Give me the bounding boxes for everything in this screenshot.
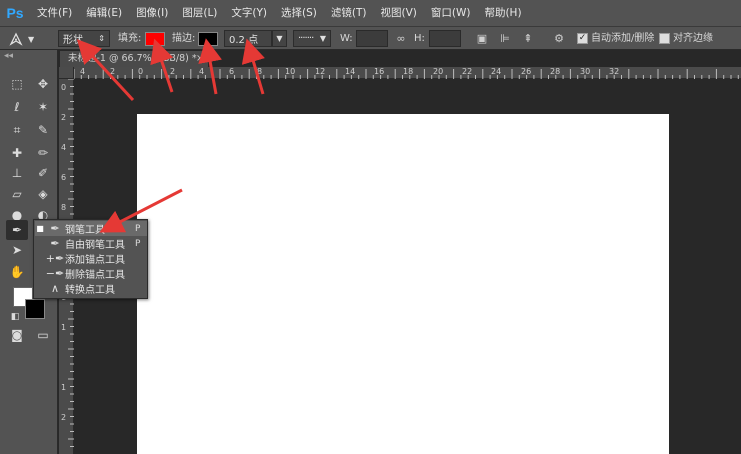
- default-colors-icon[interactable]: ◧: [4, 307, 26, 327]
- pen-tool-flyout: ■ ✒ 钢笔工具 P ✒ 自由钢笔工具 P +✒ 添加锚点工具 −✒ 删除锚点工…: [33, 219, 148, 299]
- flyout-delete-anchor-tool[interactable]: −✒ 删除锚点工具: [35, 266, 147, 281]
- chevron-down-icon: ▼: [28, 34, 35, 44]
- stroke-label: 描边:: [172, 33, 196, 44]
- menu-layer[interactable]: 图层(L): [175, 0, 224, 26]
- crop-tool-icon[interactable]: ⌗: [6, 120, 28, 140]
- eyedropper-icon[interactable]: ✎: [32, 120, 54, 140]
- updown-arrow-icon: ⇕: [98, 34, 105, 43]
- menu-view[interactable]: 视图(V): [373, 0, 423, 26]
- path-arrangement-icon[interactable]: ⇞: [520, 30, 536, 47]
- hand-tool-icon[interactable]: ✋: [6, 262, 28, 282]
- menu-file[interactable]: 文件(F): [30, 0, 79, 26]
- stroke-color-swatch[interactable]: [198, 32, 218, 46]
- menu-select[interactable]: 选择(S): [274, 0, 324, 26]
- flyout-item-label: 钢笔工具: [65, 225, 105, 236]
- stroke-type-select[interactable]: ······· ▼: [293, 30, 331, 47]
- link-icon[interactable]: ∞: [393, 30, 409, 47]
- add-anchor-icon: +✒: [45, 252, 65, 265]
- lasso-tool-icon[interactable]: ℓ: [6, 97, 28, 117]
- flyout-add-anchor-tool[interactable]: +✒ 添加锚点工具: [35, 251, 147, 266]
- menu-bar: Ps 文件(F) 编辑(E) 图像(I) 图层(L) 文字(Y) 选择(S) 滤…: [0, 0, 741, 26]
- clone-stamp-icon[interactable]: ⊥: [6, 163, 28, 183]
- width-input[interactable]: [356, 30, 388, 47]
- document-title: 未标题-1 @ 66.7%(RGB/8) *: [68, 53, 197, 64]
- flyout-item-label: 自由钢笔工具: [65, 240, 125, 251]
- flyout-item-label: 添加锚点工具: [65, 255, 125, 266]
- height-input[interactable]: [429, 30, 461, 47]
- width-label: W:: [340, 33, 353, 44]
- menu-edit[interactable]: 编辑(E): [79, 0, 129, 26]
- flyout-pen-tool[interactable]: ■ ✒ 钢笔工具 P: [35, 221, 147, 236]
- mode-select[interactable]: 形状 ⇕: [58, 30, 110, 47]
- healing-brush-icon[interactable]: ✚: [6, 143, 28, 163]
- flyout-convert-point-tool[interactable]: ∧ 转换点工具: [35, 281, 147, 296]
- brush-tool-icon[interactable]: ✏: [32, 143, 54, 163]
- gear-icon[interactable]: ⚙: [551, 30, 567, 47]
- close-tab-icon[interactable]: ×: [196, 51, 204, 67]
- ruler-ticks: [74, 69, 739, 79]
- menu-image[interactable]: 图像(I): [129, 0, 175, 26]
- panel-collapse-icon[interactable]: ◂◂: [0, 50, 57, 62]
- path-alignment-icon[interactable]: ⊫: [497, 30, 513, 47]
- delete-anchor-icon: −✒: [45, 267, 65, 280]
- pen-icon: [9, 32, 23, 46]
- path-operations-icon[interactable]: ▣: [474, 30, 490, 47]
- paint-bucket-icon[interactable]: ◈: [32, 184, 54, 204]
- options-bar: ▼ 形状 ⇕ 填充: 描边: 0.2 点 ▼ ······· ▼ W: ∞ H:…: [0, 26, 741, 50]
- marquee-tool-icon[interactable]: ⬚: [6, 74, 28, 94]
- dashed-line-icon: ·······: [298, 33, 314, 44]
- screen-mode-icon[interactable]: ▭: [32, 325, 54, 345]
- flyout-item-label: 删除锚点工具: [65, 270, 125, 281]
- align-edges-label: 对齐边缘: [673, 33, 713, 44]
- fill-label: 填充:: [118, 33, 142, 44]
- flyout-freeform-pen-tool[interactable]: ✒ 自由钢笔工具 P: [35, 236, 147, 251]
- magic-wand-icon[interactable]: ✶: [32, 97, 54, 117]
- auto-add-delete-label: 自动添加/删除: [591, 33, 655, 44]
- pen-icon: ✒: [50, 222, 60, 235]
- chevron-down-icon: ▼: [276, 34, 283, 43]
- shortcut-key: P: [135, 238, 141, 249]
- photoshop-logo: Ps: [6, 5, 24, 21]
- menu-filter[interactable]: 滤镜(T): [324, 0, 374, 26]
- shortcut-key: P: [135, 223, 141, 234]
- document-canvas[interactable]: [137, 114, 669, 454]
- ruler-corner: [59, 67, 74, 79]
- menu-help[interactable]: 帮助(H): [477, 0, 528, 26]
- move-tool-icon[interactable]: ✥: [32, 74, 54, 94]
- menu-window[interactable]: 窗口(W): [424, 0, 478, 26]
- quick-mask-icon[interactable]: ◙: [6, 325, 28, 345]
- height-label: H:: [414, 33, 425, 44]
- chevron-down-icon: ▼: [319, 34, 326, 43]
- fill-color-swatch[interactable]: [145, 32, 165, 46]
- convert-point-icon: ∧: [50, 282, 60, 295]
- eraser-tool-icon[interactable]: ▱: [6, 184, 28, 204]
- stroke-width-input[interactable]: 0.2 点: [224, 30, 272, 47]
- selected-bullet-icon: ■: [36, 224, 44, 233]
- history-brush-icon[interactable]: ✐: [32, 163, 54, 183]
- stroke-width-dropdown[interactable]: ▼: [272, 30, 287, 47]
- tool-preset-picker[interactable]: ▼: [8, 30, 48, 48]
- mode-value: 形状: [63, 35, 83, 46]
- pen-tool-icon[interactable]: ✒: [6, 220, 28, 240]
- align-edges-checkbox[interactable]: [659, 33, 670, 44]
- auto-add-delete-checkbox[interactable]: ✓: [577, 33, 588, 44]
- background-color-swatch[interactable]: [25, 299, 45, 319]
- path-selection-icon[interactable]: ➤: [6, 240, 28, 260]
- stroke-width-value: 0.2 点: [229, 35, 259, 46]
- freeform-pen-icon: ✒: [50, 237, 60, 250]
- document-tab[interactable]: 未标题-1 @ 66.7%(RGB/8) * ×: [60, 51, 208, 67]
- menu-type[interactable]: 文字(Y): [224, 0, 274, 26]
- flyout-item-label: 转换点工具: [65, 285, 115, 296]
- horizontal-ruler: 4 2 0 2 4 6 8 10 12 14 16 18 20 22 24 26…: [74, 67, 741, 79]
